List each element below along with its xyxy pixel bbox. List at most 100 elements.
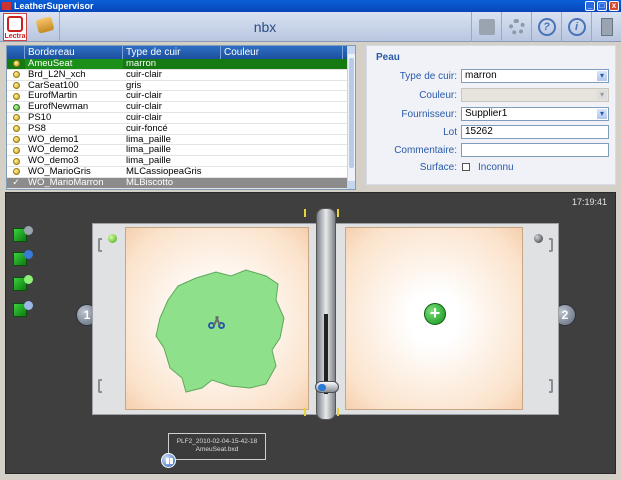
scroll-up-arrow[interactable] [348,46,355,54]
pause-icon[interactable] [161,453,176,468]
table-row[interactable]: WO_MarioGris MLCassiopeaGris [7,167,355,178]
rail-marker [304,408,306,416]
chevron-down-icon: ▾ [597,90,607,100]
couleur-cell [221,113,343,123]
status-column-header[interactable] [7,46,25,59]
table-row[interactable]: EurofNewman cuir-clair [7,102,355,113]
lot-input[interactable]: 15262 [461,125,609,139]
type-cell: MLBiscotto [126,177,173,188]
commentaire-field: Commentaire: [367,143,617,158]
tool-button-3[interactable] [13,275,33,293]
row-status-cell [7,135,25,145]
fournisseur-select[interactable]: Supplier1 ▾ [461,107,609,121]
bordereau-cell: WO_demo2 [28,145,79,156]
bordereau-column-header[interactable]: Bordereau [25,46,123,59]
yellow-status-icon [12,71,20,79]
tool-button-1[interactable] [13,226,33,244]
zone-1-panel[interactable] [125,227,309,410]
lot-label: Lot [443,127,457,138]
bordereau-cell: EurofMartin [28,91,78,102]
peau-panel: Peau Type de cuir: marron ▾ Couleur: ▾ F… [366,45,616,185]
help-button[interactable]: ? [531,12,561,42]
exit-door-icon [600,18,613,36]
frame-bracket [549,238,553,252]
table-row[interactable]: WO_demo2 lima_paille [7,145,355,157]
yellow-status-icon [12,168,20,176]
list-header: Bordereau Type de cuir Couleur [7,46,355,59]
surface-label: Surface: [419,162,457,173]
row-status-cell [7,113,25,123]
lot-field: Lot 15262 [367,125,617,140]
couleur-cell [221,81,343,91]
row-status-cell [7,102,25,112]
type-cell: lima_paille [126,156,171,166]
tool-button-2[interactable] [13,250,33,268]
table-row[interactable]: WO_demo3 lima_paille [7,156,355,167]
bordereau-cell: EurofNewman [28,102,89,112]
cutter-head-handle[interactable] [315,381,339,393]
yellow-status-icon [12,81,20,89]
close-button[interactable]: x [609,1,619,11]
bordereau-list[interactable]: Bordereau Type de cuir Couleur AmeuSeat m… [6,45,356,190]
scale-icon [478,19,495,35]
type-cuir-label: Type de cuir: [399,71,457,82]
table-row[interactable]: CarSeat100 gris [7,81,355,92]
rail-marker [337,408,339,416]
scale-button[interactable] [471,12,501,42]
title-bar: LeatherSupervisor _ □ x [0,0,621,12]
table-row[interactable]: AmeuSeat marron [7,59,355,70]
scroll-thumb[interactable] [349,58,354,168]
chevron-down-icon[interactable]: ▾ [597,109,607,119]
green-badge-icon [24,275,33,284]
table-row[interactable]: PS10 cuir-clair [7,113,355,124]
type-column-header[interactable]: Type de cuir [123,46,221,59]
table-row[interactable]: ✓ WO_MarioMarron MLBiscotto [7,177,355,189]
couleur-cell [221,145,343,155]
rail-marker [304,209,306,217]
table-row[interactable]: WO_demo1 lima_paille [7,135,355,146]
couleur-column-header[interactable]: Couleur [221,46,343,59]
info-button[interactable]: i [561,12,591,42]
table-row[interactable]: EurofMartin cuir-clair [7,91,355,103]
frame-bracket [98,238,102,252]
frame-bracket [98,379,102,393]
gear-icon [508,19,525,35]
header-toolbar: Lectra nbx ? i [0,12,621,42]
table-row[interactable]: Brd_L2N_xch cuir-clair [7,70,355,81]
add-hide-button[interactable]: + [424,303,446,325]
surface-value: Inconnu [478,162,514,173]
surface-checkbox[interactable] [462,163,470,171]
tool-button-4[interactable] [13,301,33,319]
couleur-cell [221,156,343,166]
type-cell: cuir-clair [126,91,162,102]
type-cell: marron [126,59,157,69]
scroll-down-arrow[interactable] [348,181,355,189]
scissors-icon[interactable] [208,316,226,332]
load-button[interactable] [30,12,60,42]
commentaire-input[interactable] [461,143,609,157]
minimize-button[interactable]: _ [585,1,595,11]
zone-2-status-led-icon [534,234,543,243]
exit-button[interactable] [591,12,621,42]
list-scrollbar[interactable] [347,46,355,189]
help-icon: ? [537,18,556,36]
yellow-status-icon [12,146,20,154]
chevron-down-icon[interactable]: ▾ [597,71,607,81]
type-cell: gris [126,80,142,91]
cutter-rail [315,208,339,420]
green-status-icon [12,103,20,111]
row-status-cell: ✓ [7,178,25,188]
bordereau-cell: PS10 [28,112,52,123]
type-cell: cuir-foncé [126,123,168,134]
maximize-button[interactable]: □ [597,1,607,11]
table-row[interactable]: PS8 cuir-foncé [7,124,355,135]
app-window: LeatherSupervisor _ □ x Lectra nbx ? i B… [0,0,621,480]
type-cell: cuir-clair [126,69,162,80]
settings-button[interactable] [501,12,531,42]
bordereau-cell: WO_MarioMarron [28,177,104,188]
scissors-badge-icon [24,226,33,235]
surface-field: Surface: Inconnu [367,160,617,175]
header-title: nbx [253,19,277,35]
type-cuir-select[interactable]: marron ▾ [461,69,609,83]
file-id: PLF2_2010-02-04-15-42-18 [176,438,258,445]
